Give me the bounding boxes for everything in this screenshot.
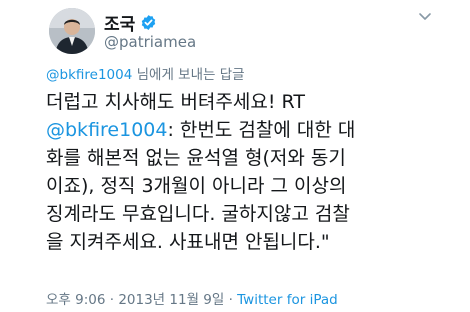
verified-badge-icon [140,14,157,31]
chevron-down-icon[interactable] [417,8,433,24]
tweet-text-line: 더럽고 치사해도 버텨주세요! RT [46,91,305,113]
tweet-text-line: 징계라도 무효입니다. 굴하지않고 검찰 [46,203,350,225]
tweet-text-line: 을 지켜주세요. 사표내면 안됩니다." [46,231,330,253]
author-handle[interactable]: @patriamea [104,33,196,51]
tweet-timestamp[interactable]: 오후 9:06 · 2013년 11월 9일 · [46,292,237,308]
tweet-text-line: 이죠), 정직 3개월이 아니라 그 이상의 [46,175,347,197]
author-name-row: 조국 [104,10,157,35]
reply-to-suffix: 님에게 보내는 답글 [132,67,245,83]
tweet-meta-row: 오후 9:06 · 2013년 11월 9일 · Twitter for iPa… [46,288,338,308]
author-display-name[interactable]: 조국 [104,10,135,35]
avatar[interactable] [49,8,95,54]
tweet-body: 더럽고 치사해도 버텨주세요! RT @bkfire1004: 한번도 검찰에 … [46,88,456,256]
body-mention-link[interactable]: @bkfire1004 [46,119,167,141]
tweet-text-line: 화를 해본적 없는 윤석열 형(저와 동기 [46,147,346,169]
tweet-text-segment: : 한번도 검찰에 대한 대 [167,119,356,141]
tweet-source-link[interactable]: Twitter for iPad [237,292,338,308]
replying-to-line: @bkfire1004 님에게 보내는 답글 [46,63,245,83]
tweet-card: 조국 @patriamea @bkfire1004 님에게 보내는 답글 더럽고… [0,0,470,312]
tweet-text-line: @bkfire1004: 한번도 검찰에 대한 대 [46,116,456,144]
reply-to-mention-link[interactable]: @bkfire1004 [46,67,132,83]
